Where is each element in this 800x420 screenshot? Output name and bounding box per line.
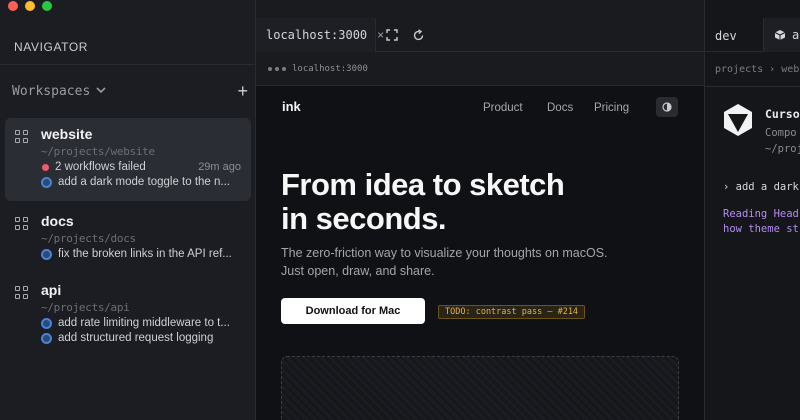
tab-localhost[interactable]: localhost:3000 × (256, 18, 384, 52)
hero-subtitle-line: Just open, draw, and share. (281, 264, 435, 278)
fullscreen-icon[interactable] (384, 27, 400, 43)
breadcrumb: projects › web (715, 64, 800, 75)
agent-status-icon (41, 248, 52, 260)
tab-dev[interactable]: dev (715, 29, 737, 43)
tab-agent[interactable]: ag (763, 18, 800, 52)
cursor-logo-icon (724, 104, 752, 136)
agent-output-line: Reading Head (723, 208, 799, 220)
workspace-path: ~/projects/api (41, 301, 130, 314)
agent-status-icon (41, 176, 52, 188)
agent-status-icon (41, 332, 52, 344)
sketch-canvas-placeholder (281, 356, 679, 420)
site-nav: ink Product Docs Pricing (256, 86, 704, 130)
agent-description-line: Compo (765, 127, 797, 139)
task-text: add rate limiting middleware to t... (58, 317, 230, 329)
workspaces-label: Workspaces (12, 83, 91, 99)
error-dot-icon (42, 163, 49, 171)
task-text: add a dark mode toggle to the n... (58, 176, 230, 188)
download-button[interactable]: Download for Mac (281, 298, 425, 324)
agent-output-line: how theme st (723, 223, 799, 235)
workspace-name: website (41, 126, 93, 142)
theme-toggle-button[interactable] (656, 97, 678, 117)
cube-icon (774, 30, 786, 40)
agent-description: Compo ~/proj (765, 125, 800, 157)
workspace-item-docs[interactable]: docs ~/projects/docs fix the broken link… (5, 205, 251, 267)
tab-title: localhost:3000 (266, 28, 368, 42)
hero-title-line: From idea to sketch (281, 167, 565, 202)
workspaces-dropdown[interactable]: Workspaces (12, 84, 106, 99)
workspace-name: api (41, 282, 62, 298)
minimize-window-button[interactable] (25, 1, 35, 11)
nav-link-docs[interactable]: Docs (547, 102, 573, 114)
workspace-path: ~/projects/docs (41, 232, 136, 245)
hero-title: From idea to sketch in seconds. (281, 168, 691, 236)
workspace-grid-icon (15, 217, 29, 231)
chevron-down-icon (96, 86, 106, 97)
agent-panel: dev ag projects › web Curso Compo ~/proj… (704, 0, 800, 420)
tab-agent-label: ag (792, 28, 800, 42)
window-controls (8, 0, 52, 11)
contrast-icon (662, 102, 672, 112)
task-item[interactable]: fix the broken links in the API ref... (41, 248, 241, 260)
task-item[interactable]: add a dark mode toggle to the n... (41, 176, 241, 188)
task-text: add structured request logging (58, 332, 214, 344)
todo-badge: TODO: contrast pass — #214 (438, 305, 586, 319)
task-text: fix the broken links in the API ref... (58, 248, 232, 260)
hero-subtitle-line: The zero-friction way to visualize your … (281, 246, 608, 260)
address-bar[interactable]: localhost:3000 (256, 52, 704, 86)
workflow-status-text: 2 workflows failed (55, 161, 146, 173)
navigator-sidebar: NAVIGATOR Workspaces + website ~/project… (0, 0, 256, 420)
workspace-item-api[interactable]: api ~/projects/api add rate limiting mid… (5, 274, 251, 354)
browser-pane: localhost:3000 × localhost:3000 ink Prod… (256, 0, 704, 420)
agent-command: › add a dark (723, 181, 799, 193)
agent-output: Reading Head how theme st (723, 207, 799, 237)
agent-name: Curso (765, 107, 800, 121)
navigator-title: NAVIGATOR (14, 40, 89, 54)
divider (705, 86, 800, 87)
workspace-item-website[interactable]: website ~/projects/website 2 workflows f… (5, 118, 251, 201)
task-item[interactable]: add structured request logging (41, 332, 241, 344)
agent-tabbar: dev ag (705, 18, 800, 52)
workflow-status: 2 workflows failed 29m ago (41, 161, 241, 173)
agent-status-icon (41, 317, 52, 329)
workspace-grid-icon (15, 130, 29, 144)
address-url: localhost:3000 (292, 63, 368, 74)
task-item[interactable]: add rate limiting middleware to t... (41, 317, 241, 329)
workspace-name: docs (41, 213, 74, 229)
status-timestamp: 29m ago (198, 161, 241, 173)
hero-subtitle: The zero-friction way to visualize your … (281, 244, 691, 280)
workspace-path: ~/projects/website (41, 145, 155, 158)
workspace-grid-icon (15, 286, 29, 300)
site-logo[interactable]: ink (282, 99, 301, 114)
more-dots-icon[interactable] (268, 66, 286, 71)
divider (0, 64, 255, 65)
close-window-button[interactable] (8, 1, 18, 11)
workspaces-header: Workspaces + (12, 82, 248, 100)
agent-path-line: ~/proj (765, 143, 800, 155)
zoom-window-button[interactable] (42, 1, 52, 11)
nav-link-product[interactable]: Product (483, 102, 523, 114)
web-page: ink Product Docs Pricing From idea to sk… (256, 86, 704, 420)
reload-icon[interactable] (410, 27, 426, 43)
browser-tabbar: localhost:3000 × (256, 18, 704, 52)
hero-title-line: in seconds. (281, 201, 447, 236)
nav-link-pricing[interactable]: Pricing (594, 102, 629, 114)
add-workspace-button[interactable]: + (237, 82, 248, 100)
